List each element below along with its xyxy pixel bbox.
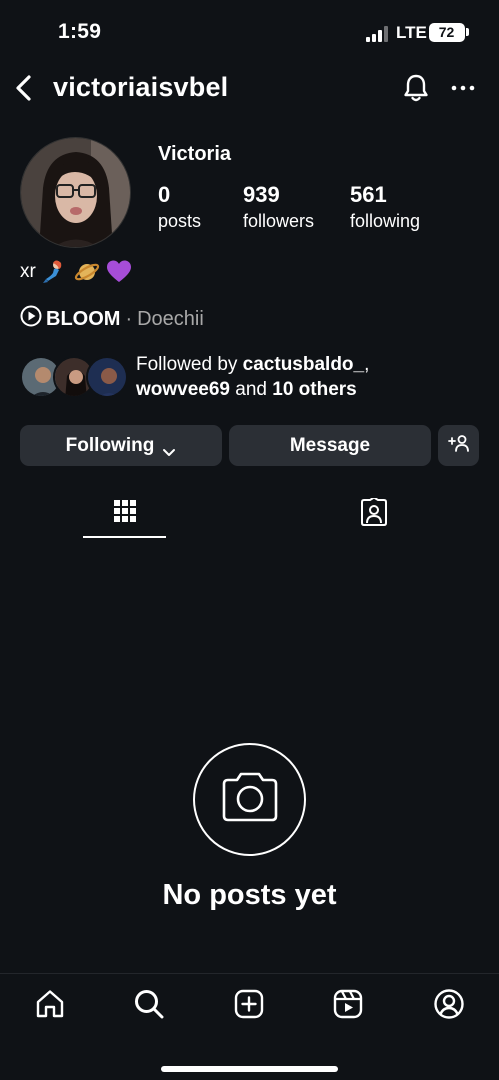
nav-create[interactable] (232, 989, 266, 1023)
mutual-user-2[interactable]: wowvee69 (136, 379, 230, 400)
ringed-planet-emoji (74, 259, 100, 285)
status-bar: 1:59 LTE 72 (0, 0, 499, 66)
following-button[interactable]: Following (20, 425, 222, 466)
bio-text: xr (20, 261, 36, 282)
tagged-person-icon (359, 496, 389, 531)
stat-following-value: 561 (350, 182, 387, 207)
followed-by-and: and (230, 379, 273, 400)
profile-icon (433, 988, 465, 1025)
empty-state-text: No posts yet (162, 879, 337, 911)
grid-icon (113, 499, 137, 528)
nav-profile[interactable] (432, 988, 466, 1025)
battery-level: 72 (438, 24, 455, 40)
message-button[interactable]: Message (229, 425, 431, 466)
stat-posts-label: posts (158, 211, 202, 231)
chevron-down-icon (162, 441, 176, 456)
network-type: LTE (396, 23, 427, 42)
purple-heart-emoji (106, 259, 132, 285)
chevron-left-icon[interactable] (12, 72, 36, 104)
nav-reels[interactable] (331, 989, 365, 1023)
nav-search[interactable] (132, 989, 166, 1023)
tab-posts-grid[interactable] (83, 490, 166, 538)
camera-icon (219, 771, 281, 828)
play-icon (20, 305, 42, 333)
stat-following[interactable]: 561 following (350, 181, 420, 233)
stat-followers-value: 939 (243, 182, 280, 207)
mutual-user-1[interactable]: cactusbaldo_ (243, 354, 364, 375)
signal-icon (366, 26, 390, 42)
bottom-nav (0, 973, 499, 1080)
music-artist: Doechii (137, 307, 204, 330)
plus-square-icon (233, 988, 265, 1025)
camera-icon-circle (193, 743, 306, 856)
home-indicator (161, 1066, 338, 1072)
stat-posts-value: 0 (158, 182, 171, 207)
tab-tagged[interactable] (332, 490, 415, 538)
follower-avatar (86, 356, 128, 398)
search-icon (133, 988, 165, 1025)
stat-followers-label: followers (243, 211, 315, 231)
followed-by-text: Followed by cactusbaldo_, wowvee69 and 10… (136, 352, 456, 402)
avatar[interactable] (20, 137, 131, 248)
followed-by-comma: , (364, 354, 370, 375)
stat-following-label: following (350, 211, 421, 231)
bell-icon[interactable] (402, 72, 430, 104)
mutual-others[interactable]: 10 others (272, 379, 356, 400)
music-separator: · (125, 307, 133, 330)
mermaid-emoji (42, 259, 68, 285)
battery-cap (466, 28, 469, 36)
home-icon (34, 988, 66, 1025)
suggest-people-button[interactable] (438, 425, 479, 466)
more-horizontal-icon[interactable] (450, 80, 476, 96)
display-name: Victoria (158, 143, 231, 165)
followed-by-prefix: Followed by (136, 354, 243, 375)
stat-followers[interactable]: 939 followers (243, 181, 314, 233)
profile-username: victoriaisvbel (53, 72, 229, 102)
nav-home[interactable] (33, 989, 67, 1023)
message-label: Message (289, 434, 371, 456)
bio: xr (20, 259, 132, 285)
music-title: BLOOM (46, 307, 121, 330)
profile-music[interactable]: BLOOM · Doechii (20, 305, 204, 333)
reels-icon (332, 988, 364, 1025)
add-person-icon (447, 434, 470, 458)
following-label: Following (65, 434, 155, 456)
battery-icon: 72 (429, 23, 465, 42)
stat-posts[interactable]: 0 posts (158, 181, 201, 233)
status-time: 1:59 (58, 20, 102, 43)
